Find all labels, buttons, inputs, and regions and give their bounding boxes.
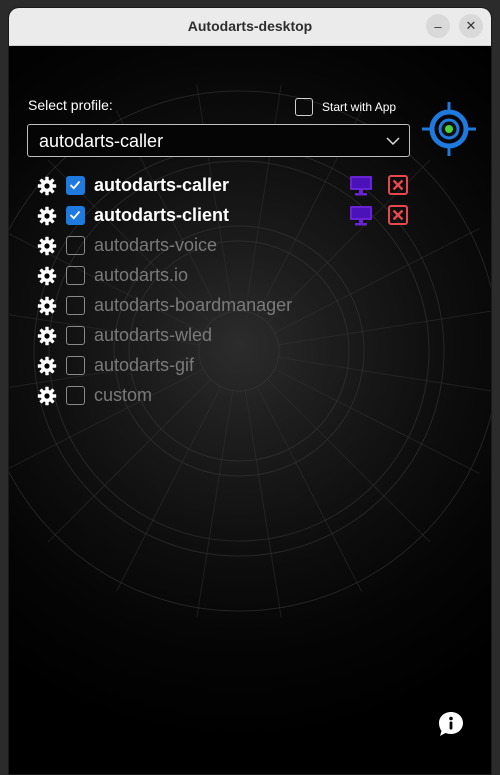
app-name: autodarts-boardmanager [94,295,293,315]
app-row: autodarts.io [37,265,417,289]
app-checkbox[interactable] [66,236,85,255]
start-with-app-label: Start with App [322,100,397,114]
app-name: autodarts-client [94,205,230,225]
profile-select-value: autodarts-caller [39,131,164,151]
main-content: Select profile: Start with App autodarts… [9,46,491,774]
select-profile-label: Select profile: [28,97,113,113]
dartboard-spoke [196,390,234,618]
window-title: Autodarts-desktop [187,18,313,34]
gear-icon[interactable] [37,356,57,381]
gear-icon[interactable] [37,296,57,321]
monitor-icon[interactable] [349,175,373,202]
app-row: autodarts-caller [37,175,417,199]
app-checkbox[interactable] [66,356,85,375]
gear-icon[interactable] [37,326,57,351]
monitor-icon[interactable] [349,205,373,232]
app-window: Autodarts-desktop – ✕ Select profile: St… [9,8,491,774]
gear-icon[interactable] [37,206,57,231]
app-row: autodarts-client [37,205,417,229]
gear-icon[interactable] [37,386,57,411]
app-checkbox[interactable] [66,206,85,225]
chevron-down-icon [386,137,400,146]
app-checkbox[interactable] [66,326,85,345]
gear-icon[interactable] [37,176,57,201]
app-name: autodarts-wled [94,325,213,345]
dartboard-spoke [256,386,363,592]
app-checkbox[interactable] [66,176,85,195]
close-window-button[interactable]: ✕ [459,14,483,38]
start-with-app-toggle[interactable]: Start with App [295,98,396,116]
close-x-icon[interactable] [388,175,408,200]
app-row: custom [37,385,417,409]
app-row: autodarts-gif [37,355,417,379]
app-name: custom [94,385,153,405]
gear-icon[interactable] [37,266,57,291]
titlebar: Autodarts-desktop – ✕ [9,8,491,46]
app-checkbox[interactable] [66,266,85,285]
start-with-app-checkbox[interactable] [295,98,313,116]
app-checkbox[interactable] [66,386,85,405]
app-name: autodarts-caller [94,175,230,195]
app-row: autodarts-wled [37,325,417,349]
profile-select[interactable]: autodarts-caller [27,124,410,157]
gear-icon[interactable] [37,236,57,261]
app-name: autodarts-gif [94,355,195,375]
app-row: autodarts-boardmanager [37,295,417,319]
dartboard-spoke [244,390,282,618]
app-row: autodarts-voice [37,235,417,259]
close-x-icon[interactable] [388,205,408,230]
info-bubble-icon[interactable] [437,710,465,738]
app-name: autodarts.io [94,265,189,285]
dartboard-spoke [115,386,222,592]
autodarts-logo-icon [422,102,476,156]
app-name: autodarts-voice [94,235,218,255]
minimize-button[interactable]: – [426,14,450,38]
app-checkbox[interactable] [66,296,85,315]
